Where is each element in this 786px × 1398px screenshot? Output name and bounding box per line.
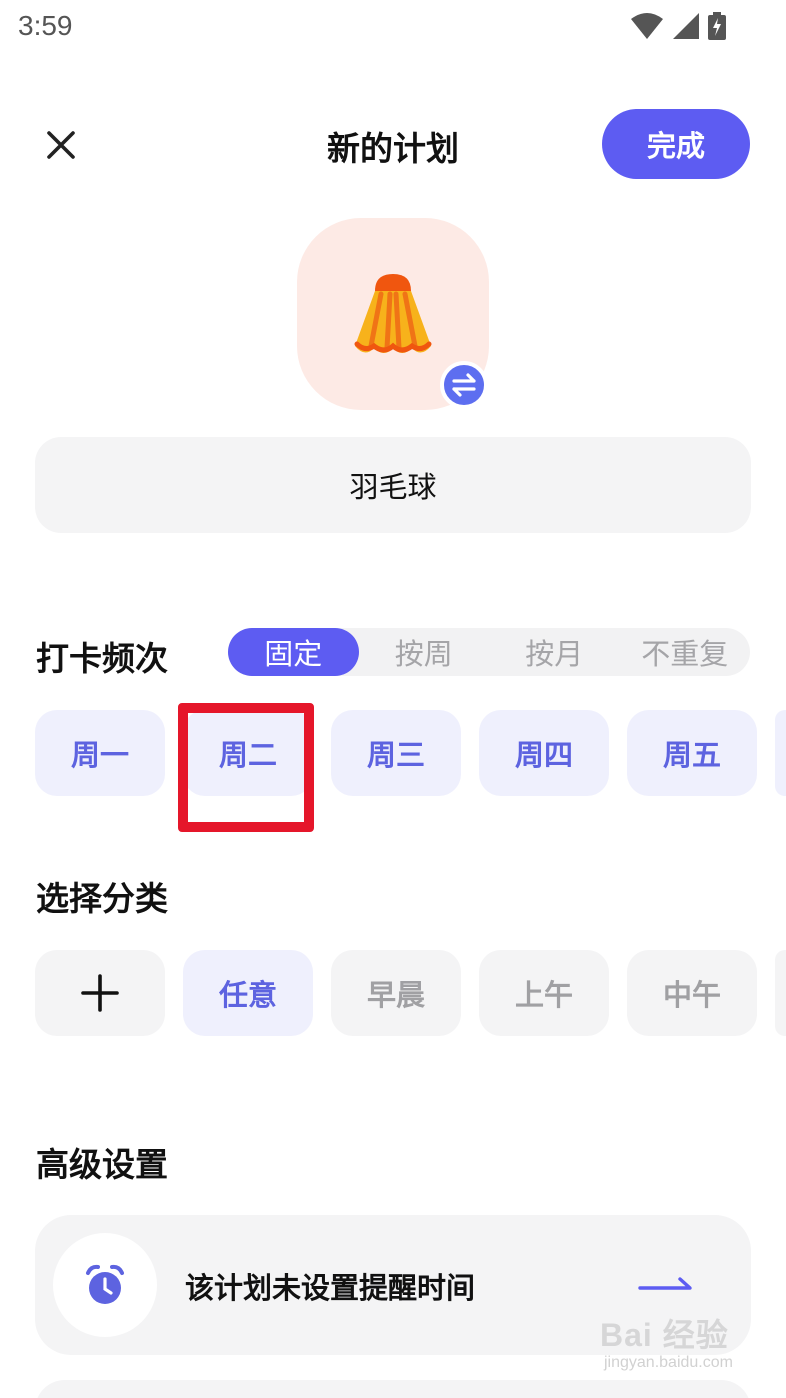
category-title: 选择分类 [36,879,168,918]
mode-weekly[interactable]: 按周 [359,628,490,676]
signal-icon [673,13,699,39]
category-chip-any[interactable]: 任意 [183,950,313,1036]
reminder-status-text: 该计划未设置提醒时间 [185,1271,476,1305]
mode-no-repeat[interactable]: 不重复 [620,628,751,676]
day-chip-thu[interactable]: 周四 [479,710,609,796]
day-chip-row: 周一 周二 周三 周四 周五 [35,710,786,796]
baidu-jingyan-watermark: Bai 经验 jingyan.baidu.com [600,1300,760,1380]
day-chip-fri[interactable]: 周五 [627,710,757,796]
category-chip-early-morning[interactable]: 早晨 [331,950,461,1036]
annotation-highlight-box [178,703,314,832]
frequency-mode-selector: 固定 按周 按月 不重复 [228,628,750,676]
arrow-right-icon [638,1277,692,1290]
header: 新的计划 完成 [0,100,786,190]
status-icons [630,12,726,40]
plan-name-value: 羽毛球 [349,470,437,504]
change-icon-button[interactable] [440,361,488,409]
status-bar: 3:59 [0,0,786,56]
category-chip-noon[interactable]: 中午 [627,950,757,1036]
category-chip-peek[interactable] [775,950,786,1036]
category-chip-row: 任意 早晨 上午 中午 [35,950,786,1036]
advanced-settings-title: 高级设置 [36,1145,168,1184]
alarm-clock-icon [86,1264,124,1304]
watermark-url: jingyan.baidu.com [604,1354,733,1371]
swap-icon [452,373,476,397]
wifi-icon [631,13,663,39]
watermark-logo-text: Bai 经验 [600,1317,729,1353]
plus-icon [81,974,119,1012]
reminder-icon-wrap [53,1233,157,1337]
status-time: 3:59 [18,10,73,41]
category-chip-morning[interactable]: 上午 [479,950,609,1036]
add-category-button[interactable] [35,950,165,1036]
next-setting-row-peek[interactable] [35,1380,751,1398]
day-chip-wed[interactable]: 周三 [331,710,461,796]
day-chip-sat-peek[interactable] [775,710,786,796]
battery-charging-icon [708,12,726,40]
done-button[interactable]: 完成 [602,109,750,179]
frequency-title: 打卡频次 [36,639,168,678]
mode-monthly[interactable]: 按月 [489,628,620,676]
plan-name-input[interactable]: 羽毛球 [35,437,751,533]
day-chip-mon[interactable]: 周一 [35,710,165,796]
mode-fixed[interactable]: 固定 [228,628,359,676]
